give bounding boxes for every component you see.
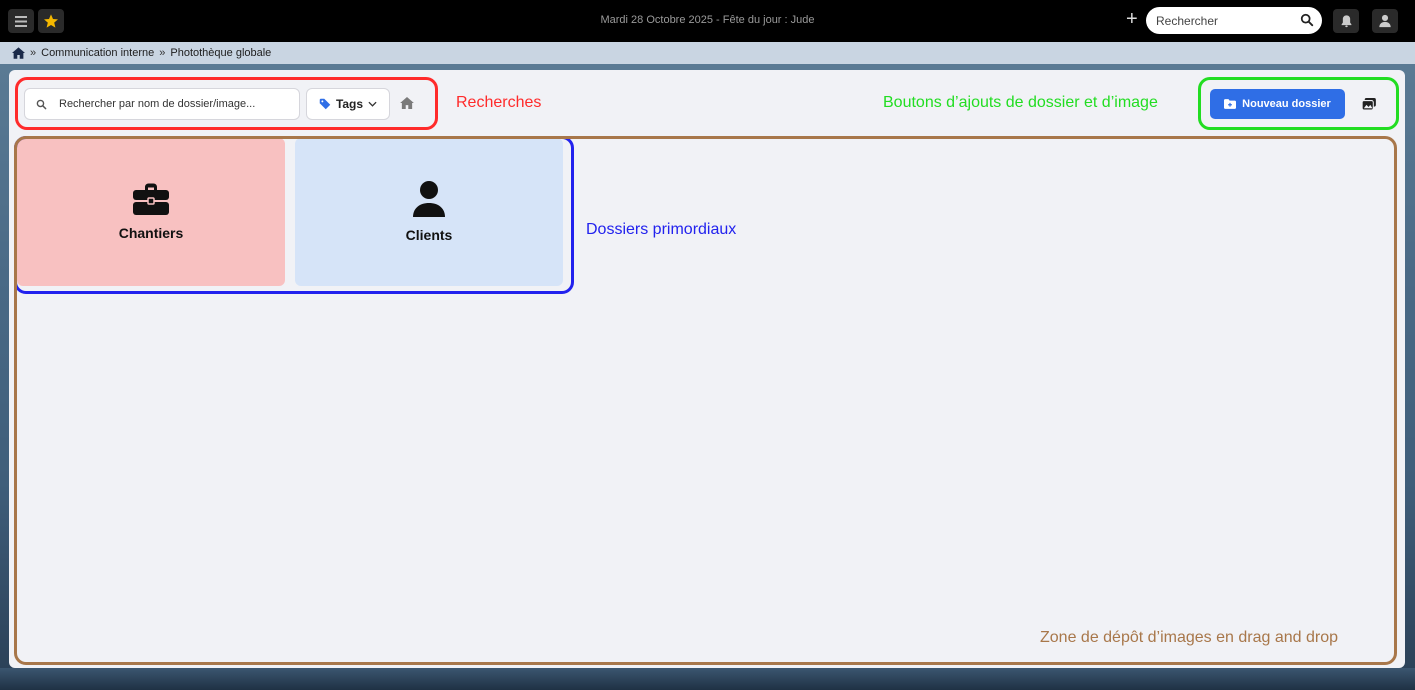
annotation-add-buttons-frame [1198, 77, 1399, 130]
global-search-input[interactable] [1156, 13, 1296, 28]
plus-icon: + [1126, 8, 1138, 30]
breadcrumb-separator: » [159, 47, 166, 59]
favorites-button[interactable] [38, 9, 64, 33]
home-icon[interactable] [12, 47, 25, 59]
dropzone-frame[interactable] [14, 136, 1397, 665]
breadcrumb-item[interactable]: Communication interne [41, 47, 154, 59]
menu-button[interactable] [8, 9, 34, 33]
background-landscape [0, 668, 1415, 690]
breadcrumb: » Communication interne » Photothèque gl… [0, 42, 1415, 64]
add-button[interactable]: + [1126, 9, 1138, 29]
star-icon [44, 14, 58, 28]
breadcrumb-separator: » [30, 47, 37, 59]
search-icon[interactable] [1300, 13, 1314, 27]
user-icon [1379, 14, 1391, 28]
bell-icon [1341, 15, 1351, 28]
account-button[interactable] [1372, 9, 1398, 33]
dropzone-label: Zone de dépôt d’images en drag and drop [1040, 629, 1338, 646]
top-bar: Mardi 28 Octobre 2025 - Fête du jour : J… [0, 0, 1415, 42]
breadcrumb-item[interactable]: Photothèque globale [170, 47, 271, 59]
annotation-search-frame [15, 77, 438, 130]
global-search[interactable] [1146, 7, 1322, 34]
notifications-button[interactable] [1333, 9, 1359, 33]
annotation-add-buttons-label: Boutons d’ajouts de dossier et d’image [883, 94, 1158, 111]
menu-icon [15, 15, 27, 27]
annotation-search-label: Recherches [456, 94, 542, 111]
